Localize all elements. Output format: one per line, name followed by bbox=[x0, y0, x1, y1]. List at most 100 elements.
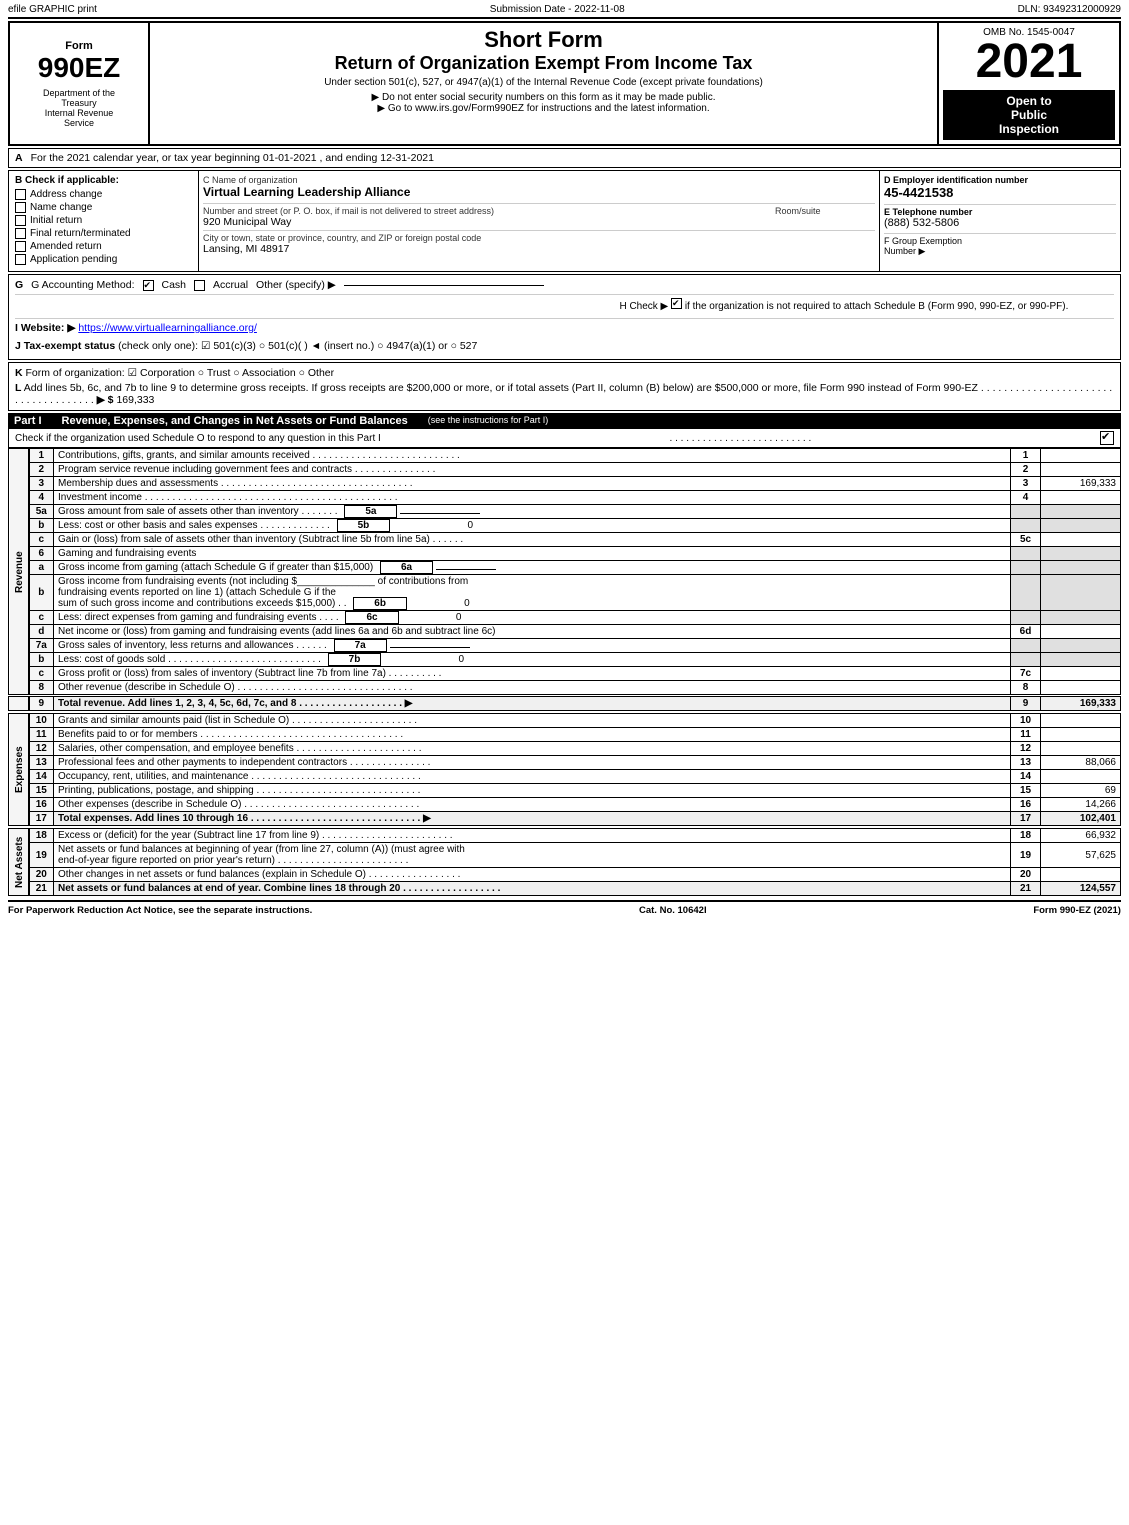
i-value[interactable]: https://www.virtuallearningalliance.org/ bbox=[78, 322, 257, 334]
address-change-label: Address change bbox=[30, 189, 102, 200]
row-num-9: 9 bbox=[29, 697, 54, 711]
form-number: 990EZ bbox=[38, 52, 121, 84]
accrual-label: Accrual bbox=[213, 279, 248, 291]
form-word: Form bbox=[65, 40, 93, 52]
address-change-checkbox[interactable] bbox=[15, 189, 26, 200]
part-i-instructions: (see the instructions for Part I) bbox=[428, 415, 549, 427]
g-label: G bbox=[15, 279, 23, 291]
cash-checkbox[interactable] bbox=[143, 280, 154, 291]
amended-return-checkbox[interactable] bbox=[15, 241, 26, 252]
row-num-6a: a bbox=[29, 561, 54, 575]
row-desc-21: Net assets or fund balances at end of ye… bbox=[54, 882, 1011, 896]
final-return-checkbox[interactable] bbox=[15, 228, 26, 239]
row-label-3: 3 bbox=[1011, 477, 1041, 491]
row-desc-9: Total revenue. Add lines 1, 2, 3, 4, 5c,… bbox=[54, 697, 1011, 711]
row-num-15: 15 bbox=[29, 784, 54, 798]
row-val-6d bbox=[1041, 625, 1121, 639]
accrual-checkbox[interactable] bbox=[194, 280, 205, 291]
row-val-7c bbox=[1041, 667, 1121, 681]
h-label: H Check ▶ bbox=[619, 301, 668, 312]
j-501c3: ☑ 501(c)(3) bbox=[201, 340, 256, 352]
check-col: B Check if applicable: Address change Na… bbox=[9, 171, 199, 271]
main-header: Form 990EZ Department of the Treasury In… bbox=[8, 21, 1121, 146]
row-val-16: 14,266 bbox=[1041, 798, 1121, 812]
row-num-21: 21 bbox=[29, 882, 54, 896]
row-num-18: 18 bbox=[29, 829, 54, 843]
cat-no: Cat. No. 10642I bbox=[639, 905, 707, 916]
row-label-6 bbox=[1011, 547, 1041, 561]
footer: For Paperwork Reduction Act Notice, see … bbox=[8, 900, 1121, 916]
row-label-7c: 7c bbox=[1011, 667, 1041, 681]
row-num-8: 8 bbox=[29, 681, 54, 695]
part-i-title: Revenue, Expenses, and Changes in Net As… bbox=[62, 415, 408, 427]
row-desc-5a: Gross amount from sale of assets other t… bbox=[54, 505, 1011, 519]
row-desc-6: Gaming and fundraising events bbox=[54, 547, 1011, 561]
room-label: Room/suite bbox=[775, 206, 875, 216]
row-val-13: 88,066 bbox=[1041, 756, 1121, 770]
filler-cell bbox=[9, 697, 29, 711]
row-label-14: 14 bbox=[1011, 770, 1041, 784]
city-row: City or town, state or province, country… bbox=[203, 230, 875, 255]
row-desc-5b: Less: cost or other basis and sales expe… bbox=[54, 519, 1011, 533]
row-num-5b: b bbox=[29, 519, 54, 533]
row-val-2 bbox=[1041, 463, 1121, 477]
row-val-1 bbox=[1041, 449, 1121, 463]
no-ssn-text: ▶ Do not enter social security numbers o… bbox=[154, 92, 933, 103]
row-val-5b bbox=[1041, 519, 1121, 533]
h-left bbox=[15, 298, 619, 312]
app-pending-item: Application pending bbox=[15, 254, 192, 265]
name-address-col: C Name of organization Virtual Learning … bbox=[199, 171, 880, 271]
h-checkbox[interactable] bbox=[671, 298, 682, 309]
row-val-5a bbox=[1041, 505, 1121, 519]
org-name: Virtual Learning Leadership Alliance bbox=[203, 185, 875, 199]
row-desc-4: Investment income . . . . . . . . . . . … bbox=[54, 491, 1011, 505]
form-label-box: Form 990EZ Department of the Treasury In… bbox=[10, 23, 150, 144]
row-label-2: 2 bbox=[1011, 463, 1041, 477]
final-return-item: Final return/terminated bbox=[15, 228, 192, 239]
section-a: A For the 2021 calendar year, or tax yea… bbox=[8, 148, 1121, 168]
row-desc-13: Professional fees and other payments to … bbox=[54, 756, 1011, 770]
app-pending-checkbox[interactable] bbox=[15, 254, 26, 265]
row-label-6a bbox=[1011, 561, 1041, 575]
total-revenue-row: 9 Total revenue. Add lines 1, 2, 3, 4, 5… bbox=[9, 697, 1121, 711]
row-num-17: 17 bbox=[29, 812, 54, 826]
row-label-5c: 5c bbox=[1011, 533, 1041, 547]
row-val-18: 66,932 bbox=[1041, 829, 1121, 843]
table-row: 19 Net assets or fund balances at beginn… bbox=[9, 843, 1121, 868]
j-4947: ○ 4947(a)(1) or bbox=[377, 340, 450, 352]
sub-text: Under section 501(c), 527, or 4947(a)(1)… bbox=[154, 77, 933, 88]
other-specify-line bbox=[344, 285, 544, 286]
submission-date: Submission Date - 2022-11-08 bbox=[490, 4, 625, 15]
schedule-o-checkbox[interactable] bbox=[1100, 431, 1114, 445]
cash-label: Cash bbox=[162, 279, 187, 291]
ein-label: D Employer identification number bbox=[884, 175, 1116, 185]
initial-return-checkbox[interactable] bbox=[15, 215, 26, 226]
table-row: 14 Occupancy, rent, utilities, and maint… bbox=[9, 770, 1121, 784]
row-val-19: 57,625 bbox=[1041, 843, 1121, 868]
expenses-table: Expenses 10 Grants and similar amounts p… bbox=[8, 713, 1121, 826]
table-row: Net Assets 18 Excess or (deficit) for th… bbox=[9, 829, 1121, 843]
table-row: c Less: direct expenses from gaming and … bbox=[9, 611, 1121, 625]
table-row: 4 Investment income . . . . . . . . . . … bbox=[9, 491, 1121, 505]
top-bar: efile GRAPHIC print Submission Date - 20… bbox=[8, 4, 1121, 19]
row-num-6c: c bbox=[29, 611, 54, 625]
h-text: if the organization is not required to a… bbox=[685, 301, 1069, 312]
name-change-checkbox[interactable] bbox=[15, 202, 26, 213]
street-row: Number and street (or P. O. box, if mail… bbox=[203, 203, 875, 228]
total-net-assets-row: 21 Net assets or fund balances at end of… bbox=[9, 882, 1121, 896]
row-label-7a bbox=[1011, 639, 1041, 653]
row-desc-12: Salaries, other compensation, and employ… bbox=[54, 742, 1011, 756]
app-pending-label: Application pending bbox=[30, 254, 117, 265]
k-other: ○ Other bbox=[299, 367, 335, 379]
other-label: Other (specify) ▶ bbox=[256, 279, 336, 291]
row-num-10: 10 bbox=[29, 714, 54, 728]
table-row: 16 Other expenses (describe in Schedule … bbox=[9, 798, 1121, 812]
row-val-17: 102,401 bbox=[1041, 812, 1121, 826]
j-text: (check only one): bbox=[118, 340, 201, 352]
row-label-6d: 6d bbox=[1011, 625, 1041, 639]
row-num-6d: d bbox=[29, 625, 54, 639]
l-text: Add lines 5b, 6c, and 7b to line 9 to de… bbox=[24, 382, 978, 394]
row-label-5b bbox=[1011, 519, 1041, 533]
table-row: 13 Professional fees and other payments … bbox=[9, 756, 1121, 770]
row-label-1: 1 bbox=[1011, 449, 1041, 463]
